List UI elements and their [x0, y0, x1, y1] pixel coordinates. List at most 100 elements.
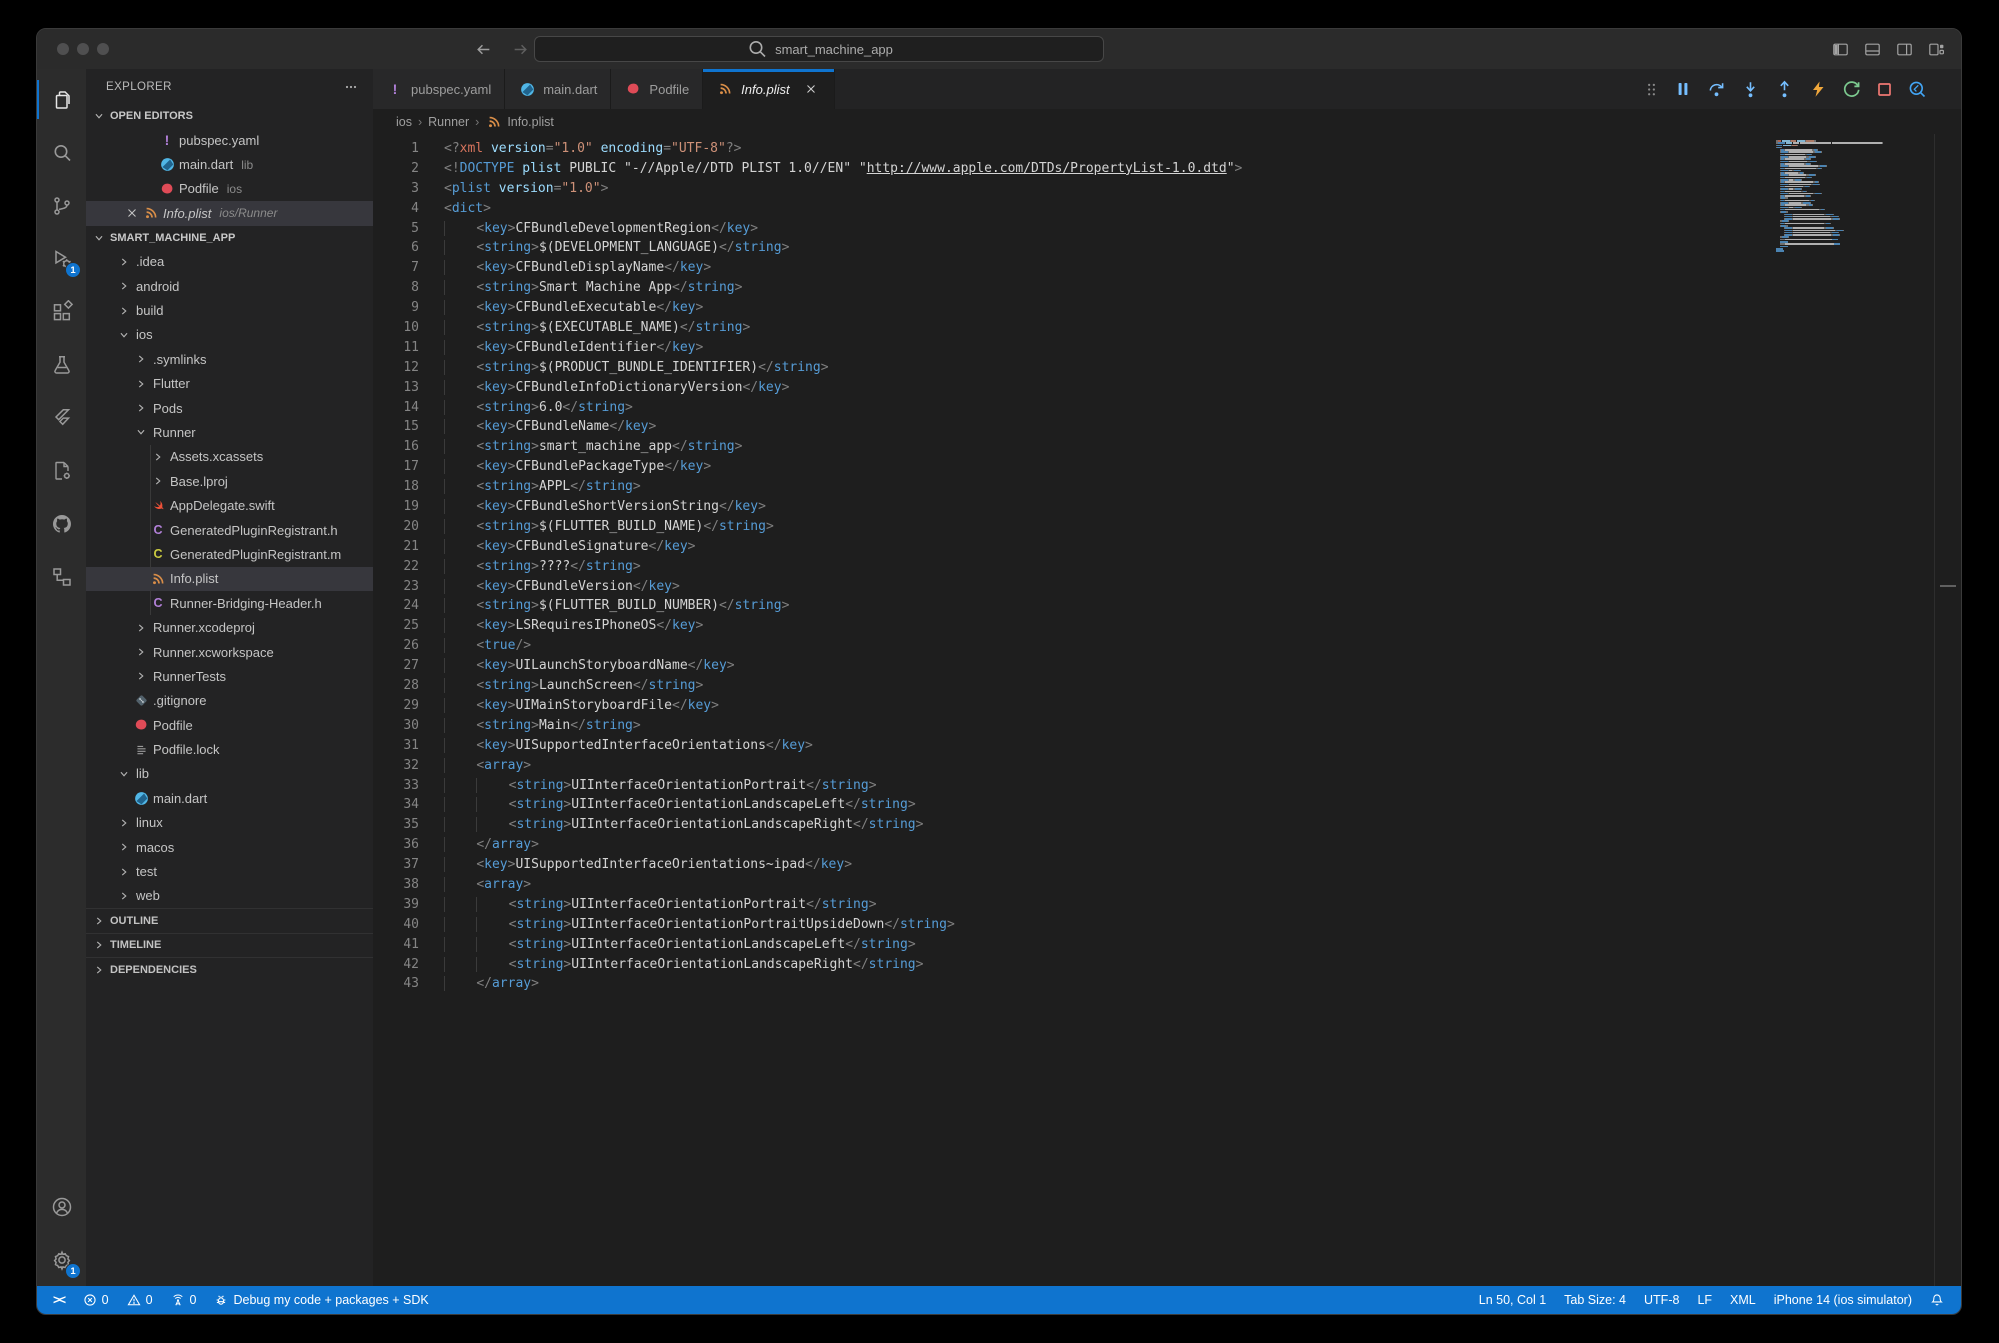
code-line[interactable]: 6 <string>$(DEVELOPMENT_LANGUAGE)</strin…	[373, 238, 1766, 258]
activity-item-references[interactable]	[37, 550, 86, 603]
code-line[interactable]: 4<dict>	[373, 199, 1766, 219]
code-line[interactable]: 40 <string>UIInterfaceOrientationPortrai…	[373, 915, 1766, 935]
tab-info-plist[interactable]: Info.plist	[703, 69, 834, 109]
activity-item-search[interactable]	[37, 126, 86, 179]
code-line[interactable]: 28 <string>LaunchScreen</string>	[373, 676, 1766, 696]
step-into-icon[interactable]	[1741, 80, 1760, 99]
tree-item-info-plist[interactable]: Info.plist	[86, 567, 373, 591]
close-button[interactable]	[57, 43, 69, 55]
tree-item-runner-xcworkspace[interactable]: Runner.xcworkspace	[86, 640, 373, 664]
code-line[interactable]: 26 <true/>	[373, 636, 1766, 656]
status-warnings[interactable]: 0	[118, 1286, 162, 1314]
code-line[interactable]: 1<?xml version="1.0" encoding="UTF-8"?>	[373, 139, 1766, 159]
layout-panel-icon[interactable]	[1864, 41, 1881, 58]
tree-item-appdelegate-swift[interactable]: AppDelegate.swift	[86, 493, 373, 517]
tree-item-ios[interactable]: ios	[86, 323, 373, 347]
code-line[interactable]: 38 <array>	[373, 875, 1766, 895]
activity-item-flutter[interactable]	[37, 391, 86, 444]
code-line[interactable]: 32 <array>	[373, 756, 1766, 776]
code-line[interactable]: 14 <string>6.0</string>	[373, 398, 1766, 418]
breadcrumb-file[interactable]: Info.plist	[485, 115, 554, 129]
code-line[interactable]: 19 <key>CFBundleShortVersionString</key>	[373, 497, 1766, 517]
code-line[interactable]: 33 <string>UIInterfaceOrientationPortrai…	[373, 776, 1766, 796]
tab-pubspec-yaml[interactable]: !pubspec.yaml	[373, 69, 505, 109]
status-ports[interactable]: 0	[162, 1286, 206, 1314]
status-remote-indicator[interactable]: ><	[37, 1286, 74, 1314]
code-line[interactable]: 12 <string>$(PRODUCT_BUNDLE_IDENTIFIER)<…	[373, 358, 1766, 378]
tab-main-dart[interactable]: main.dart	[505, 69, 611, 109]
code-line[interactable]: 34 <string>UIInterfaceOrientationLandsca…	[373, 795, 1766, 815]
tree-item-web[interactable]: web	[86, 884, 373, 908]
tree-item--gitignore[interactable]: .gitignore	[86, 689, 373, 713]
code-line[interactable]: 30 <string>Main</string>	[373, 716, 1766, 736]
status-indentation[interactable]: Tab Size: 4	[1555, 1286, 1635, 1314]
breadcrumb-item[interactable]: Runner	[428, 115, 469, 129]
tree-item-linux[interactable]: linux	[86, 811, 373, 835]
project-root-header[interactable]: SMART_MACHINE_APP	[86, 226, 373, 250]
code-line[interactable]: 10 <string>$(EXECUTABLE_NAME)</string>	[373, 318, 1766, 338]
code-line[interactable]: 17 <key>CFBundlePackageType</key>	[373, 457, 1766, 477]
step-out-icon[interactable]	[1775, 80, 1794, 99]
code-line[interactable]: 18 <string>APPL</string>	[373, 477, 1766, 497]
open-editor-item[interactable]: Info.plistios/Runner	[86, 201, 373, 225]
minimize-button[interactable]	[77, 43, 89, 55]
back-arrow-icon[interactable]	[475, 41, 492, 58]
hot-reload-icon[interactable]	[1809, 80, 1827, 98]
code-line[interactable]: 7 <key>CFBundleDisplayName</key>	[373, 258, 1766, 278]
code-line[interactable]: 2<!DOCTYPE plist PUBLIC "-//Apple//DTD P…	[373, 159, 1766, 179]
code-line[interactable]: 11 <key>CFBundleIdentifier</key>	[373, 338, 1766, 358]
minimap[interactable]	[1776, 140, 1934, 253]
code-line[interactable]: 3<plist version="1.0">	[373, 179, 1766, 199]
tree-item-macos[interactable]: macos	[86, 835, 373, 859]
status-debug-config[interactable]: Debug my code + packages + SDK	[205, 1286, 437, 1314]
open-editor-item[interactable]: Podfileios	[86, 177, 373, 201]
tree-item-android[interactable]: android	[86, 274, 373, 298]
tree-item-runner-bridging-header-h[interactable]: CRunner-Bridging-Header.h	[86, 591, 373, 615]
tree-item-runner-xcodeproj[interactable]: Runner.xcodeproj	[86, 615, 373, 639]
code-line[interactable]: 8 <string>Smart Machine App</string>	[373, 278, 1766, 298]
code-line[interactable]: 39 <string>UIInterfaceOrientationPortrai…	[373, 895, 1766, 915]
code-line[interactable]: 43 </array>	[373, 974, 1766, 994]
code-line[interactable]: 42 <string>UIInterfaceOrientationLandsca…	[373, 955, 1766, 975]
layout-sidebar-right-icon[interactable]	[1896, 41, 1913, 58]
code-line[interactable]: 36 </array>	[373, 835, 1766, 855]
activity-item-run-debug[interactable]: 1	[37, 232, 86, 285]
code-line[interactable]: 16 <string>smart_machine_app</string>	[373, 437, 1766, 457]
code-line[interactable]: 41 <string>UIInterfaceOrientationLandsca…	[373, 935, 1766, 955]
activity-item-github[interactable]	[37, 497, 86, 550]
status-errors[interactable]: 0	[74, 1286, 118, 1314]
code-editor[interactable]: 1<?xml version="1.0" encoding="UTF-8"?>2…	[373, 134, 1961, 1286]
tree-item--symlinks[interactable]: .symlinks	[86, 347, 373, 371]
tree-item-build[interactable]: build	[86, 298, 373, 322]
code-line[interactable]: 24 <string>$(FLUTTER_BUILD_NUMBER)</stri…	[373, 596, 1766, 616]
code-line[interactable]: 20 <string>$(FLUTTER_BUILD_NAME)</string…	[373, 517, 1766, 537]
sidebar-section-outline[interactable]: OUTLINE	[86, 908, 373, 933]
more-actions-icon[interactable]	[343, 79, 359, 95]
layout-sidebar-left-icon[interactable]	[1832, 41, 1849, 58]
activity-item-settings[interactable]: 1	[37, 1233, 86, 1286]
tree-item-main-dart[interactable]: main.dart	[86, 786, 373, 810]
code-line[interactable]: 21 <key>CFBundleSignature</key>	[373, 537, 1766, 557]
restart-icon[interactable]	[1842, 80, 1861, 99]
tree-item-generatedpluginregistrant-h[interactable]: CGeneratedPluginRegistrant.h	[86, 518, 373, 542]
tree-item--idea[interactable]: .idea	[86, 250, 373, 274]
tree-item-assets-xcassets[interactable]: Assets.xcassets	[86, 445, 373, 469]
close-icon[interactable]	[122, 206, 142, 220]
tree-item-runner[interactable]: Runner	[86, 420, 373, 444]
sidebar-section-timeline[interactable]: TIMELINE	[86, 933, 373, 958]
tab-podfile[interactable]: Podfile	[611, 69, 703, 109]
pause-icon[interactable]	[1674, 80, 1692, 98]
breadcrumb-item[interactable]: ios	[396, 115, 412, 129]
code-line[interactable]: 23 <key>CFBundleVersion</key>	[373, 577, 1766, 597]
status-encoding[interactable]: UTF-8	[1635, 1286, 1688, 1314]
status-eol[interactable]: LF	[1688, 1286, 1721, 1314]
forward-arrow-icon[interactable]	[512, 41, 529, 58]
activity-item-source-control[interactable]	[37, 179, 86, 232]
scrollbar[interactable]	[1934, 134, 1961, 1286]
code-line[interactable]: 25 <key>LSRequiresIPhoneOS</key>	[373, 616, 1766, 636]
code-line[interactable]: 22 <string>????</string>	[373, 557, 1766, 577]
tree-item-base-lproj[interactable]: Base.lproj	[86, 469, 373, 493]
layout-customize-icon[interactable]	[1928, 41, 1945, 58]
tree-item-runnertests[interactable]: RunnerTests	[86, 664, 373, 688]
tree-item-test[interactable]: test	[86, 859, 373, 883]
